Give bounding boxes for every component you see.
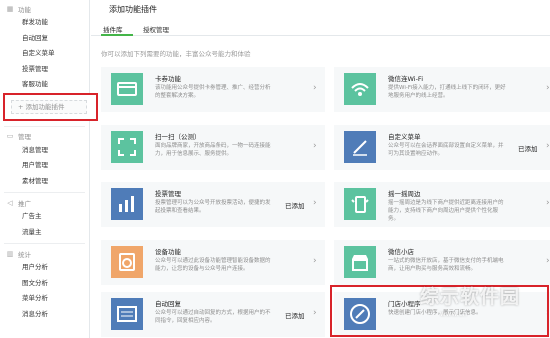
plugin-name: 微信小店 [388, 248, 414, 256]
bar-chart-icon [111, 188, 143, 220]
sidebar-section-3: ▥ 统计 [0, 247, 89, 260]
plugin-card[interactable]: 设备功能公众号可以通过此设备功能管理智能设备数据的能力，让您的设备与公众号用户连… [101, 240, 325, 285]
chevron-right-icon[interactable]: › [546, 83, 550, 93]
sidebar-divider [4, 243, 85, 244]
plugin-card[interactable]: 扫一扫（公测） 面向品牌商家，开放商品条码，一物一码连接能力，用于信息展示、服务提… [101, 125, 325, 170]
plugin-description: 该功能用公众号提供卡劵管理、推广、经营分析的整套解决方案。 [155, 85, 271, 99]
menu-edit-icon [344, 131, 376, 163]
device-icon [111, 246, 143, 278]
chevron-right-icon[interactable]: › [546, 308, 550, 318]
tab-bar: 插件库 授权管理 [91, 22, 550, 36]
sidebar-item[interactable]: 流量主 [0, 225, 89, 241]
sidebar-item[interactable]: 用户管理 [0, 158, 89, 174]
plugin-status: 已添加 [518, 145, 538, 153]
sidebar-section-2: ◁ 推广 [0, 196, 89, 209]
plugin-name: 投票管理 [155, 190, 181, 198]
sidebar-item[interactable]: 广告主 [0, 209, 89, 225]
plugin-description: 提供Wi-Fi接入能力，打通线上线下的闭环，更好地服务用户的线上经营。 [388, 85, 506, 99]
sidebar-item[interactable]: 投票管理 [0, 62, 89, 78]
compass-icon [344, 298, 376, 330]
add-plugin-highlight: + 添加功能插件 [3, 93, 98, 121]
plugin-card[interactable]: 微信连Wi-Fi 提供Wi-Fi接入能力，打通线上线下的闭环，更好地服务用户的线上… [334, 67, 550, 112]
plugin-description: 一站式的微信开放店，基于微信支付的手机端电商，让用户购买与服务高效和流畅。 [388, 258, 504, 272]
sidebar-section-title: 统计 [18, 250, 31, 259]
chevron-right-icon[interactable]: › [546, 141, 550, 151]
plugin-name: 扫一扫（公测） [155, 133, 201, 141]
plugin-status: 已添加 [285, 312, 305, 320]
scan-icon [111, 131, 143, 163]
sidebar-item[interactable]: 客服功能 [0, 77, 89, 93]
sidebar-divider [4, 125, 85, 127]
sidebar-item[interactable]: 群发功能 [0, 15, 89, 31]
plugin-name: 自动回复 [155, 300, 181, 308]
chevron-right-icon[interactable]: › [546, 198, 550, 208]
chevron-right-icon[interactable]: › [313, 83, 317, 93]
megaphone-icon: ◁ [7, 198, 13, 207]
watermark: 综示软件园 [420, 286, 521, 308]
chevron-right-icon[interactable]: › [313, 198, 317, 208]
plugin-description: 面向品牌商家，开放商品条码，一物一码连接能力，用于信息展示、服务提供。 [155, 143, 271, 157]
chevron-right-icon[interactable]: › [313, 308, 317, 318]
chevron-right-icon[interactable]: › [546, 256, 550, 266]
sidebar-item[interactable]: 消息分析 [0, 307, 89, 323]
sidebar-section-1: ▭ 管理 [0, 130, 89, 143]
sidebar-item[interactable]: 用户分析 [0, 260, 89, 276]
intro-text: 你可以添加下列需要的功能，丰富公众号能力和体验 [101, 50, 251, 58]
tab-plugin-library[interactable]: 插件库 [103, 24, 123, 34]
tab-authorization[interactable]: 授权管理 [143, 24, 169, 34]
plugin-description: 投票管理可以为公众号开放投票活动，便捷的发起投票和查看结果。 [155, 200, 271, 214]
stats-icon: ▥ [6, 249, 14, 258]
plugin-name: 门店小程序 [388, 300, 421, 308]
sidebar-section-title: 功能 [18, 5, 31, 14]
card-icon [111, 73, 143, 105]
reply-icon [111, 298, 143, 330]
wifi-icon [344, 73, 376, 105]
sidebar-item[interactable]: 自动回复 [0, 31, 89, 47]
active-tab-indicator [101, 34, 133, 36]
sidebar-section-title: 推广 [18, 199, 31, 208]
store-icon [344, 246, 376, 278]
sidebar-item[interactable]: 图文分析 [0, 276, 89, 292]
sidebar-item[interactable]: 素材管理 [0, 174, 89, 190]
chat-icon: ▭ [6, 132, 14, 140]
sidebar-item[interactable]: 菜单分析 [0, 291, 89, 307]
sidebar-section-title: 管理 [18, 133, 31, 141]
shake-icon [344, 188, 376, 220]
plugin-card[interactable]: 投票管理投票管理可以为公众号开放投票活动，便捷的发起投票和查看结果。 已添加 › [101, 182, 325, 227]
plugin-card[interactable]: 自定义菜单公众号可以在会话界面底部设置自定义菜单，并可为其设置响应动作。 已添加 › [334, 125, 550, 170]
sidebar-section-0: ▦ 功能 [0, 2, 89, 15]
add-plugin-button[interactable]: + 添加功能插件 [11, 100, 87, 114]
plugin-name: 自定义菜单 [388, 133, 421, 141]
plugin-card[interactable]: 摇一摇周边摇一摇周边是为线下商户提供近距离连接用户的能力，支持线下商户向周边用户… [334, 182, 550, 227]
plugin-status: 已添加 [285, 202, 305, 210]
sidebar: ▦ 功能 群发功能 自动回复 自定义菜单 投票管理 客服功能 ▭ 管理消息管理 用户管理 素材管理 ◁… [0, 0, 90, 338]
puzzle-icon: ▦ [6, 4, 14, 13]
sidebar-item[interactable]: 自定义菜单 [0, 46, 89, 62]
plugin-name: 微信连Wi-Fi [388, 75, 424, 83]
plugin-description: 公众号可以通过此设备功能管理智能设备数据的能力，让您的设备与公众号用户连接。 [155, 258, 271, 272]
sidebar-item[interactable]: 消息管理 [0, 143, 89, 159]
page-title: 添加功能插件 [109, 5, 157, 14]
watermark-sub: www.cn [440, 310, 468, 318]
chevron-right-icon[interactable]: › [313, 256, 317, 266]
plugin-card[interactable]: 微信小店一站式的微信开放店，基于微信支付的手机端电商，让用户购买与服务高效和流畅… [334, 240, 550, 285]
plugin-card[interactable]: 卡券功能该功能用公众号提供卡劵管理、推广、经营分析的整套解决方案。 › [101, 67, 325, 112]
plugin-name: 设备功能 [155, 248, 181, 256]
plugin-card[interactable]: 自动回复公众号可以通过自动回复的方式，根据用户的不同指令，回复相应内容。 已添加 › [101, 292, 325, 337]
plugin-name: 摇一摇周边 [388, 190, 421, 198]
plugin-description: 公众号可以在会话界面底部设置自定义菜单，并可为其设置响应动作。 [388, 143, 504, 157]
chevron-right-icon[interactable]: › [313, 141, 317, 151]
plugin-name: 卡券功能 [155, 75, 181, 83]
sidebar-divider [4, 192, 85, 193]
plugin-description: 公众号可以通过自动回复的方式，根据用户的不同指令，回复相应内容。 [155, 310, 271, 324]
plugin-description: 摇一摇周边是为线下商户提供近距离连接用户的能力，支持线下商户向周边用户提供个性化… [388, 200, 504, 222]
